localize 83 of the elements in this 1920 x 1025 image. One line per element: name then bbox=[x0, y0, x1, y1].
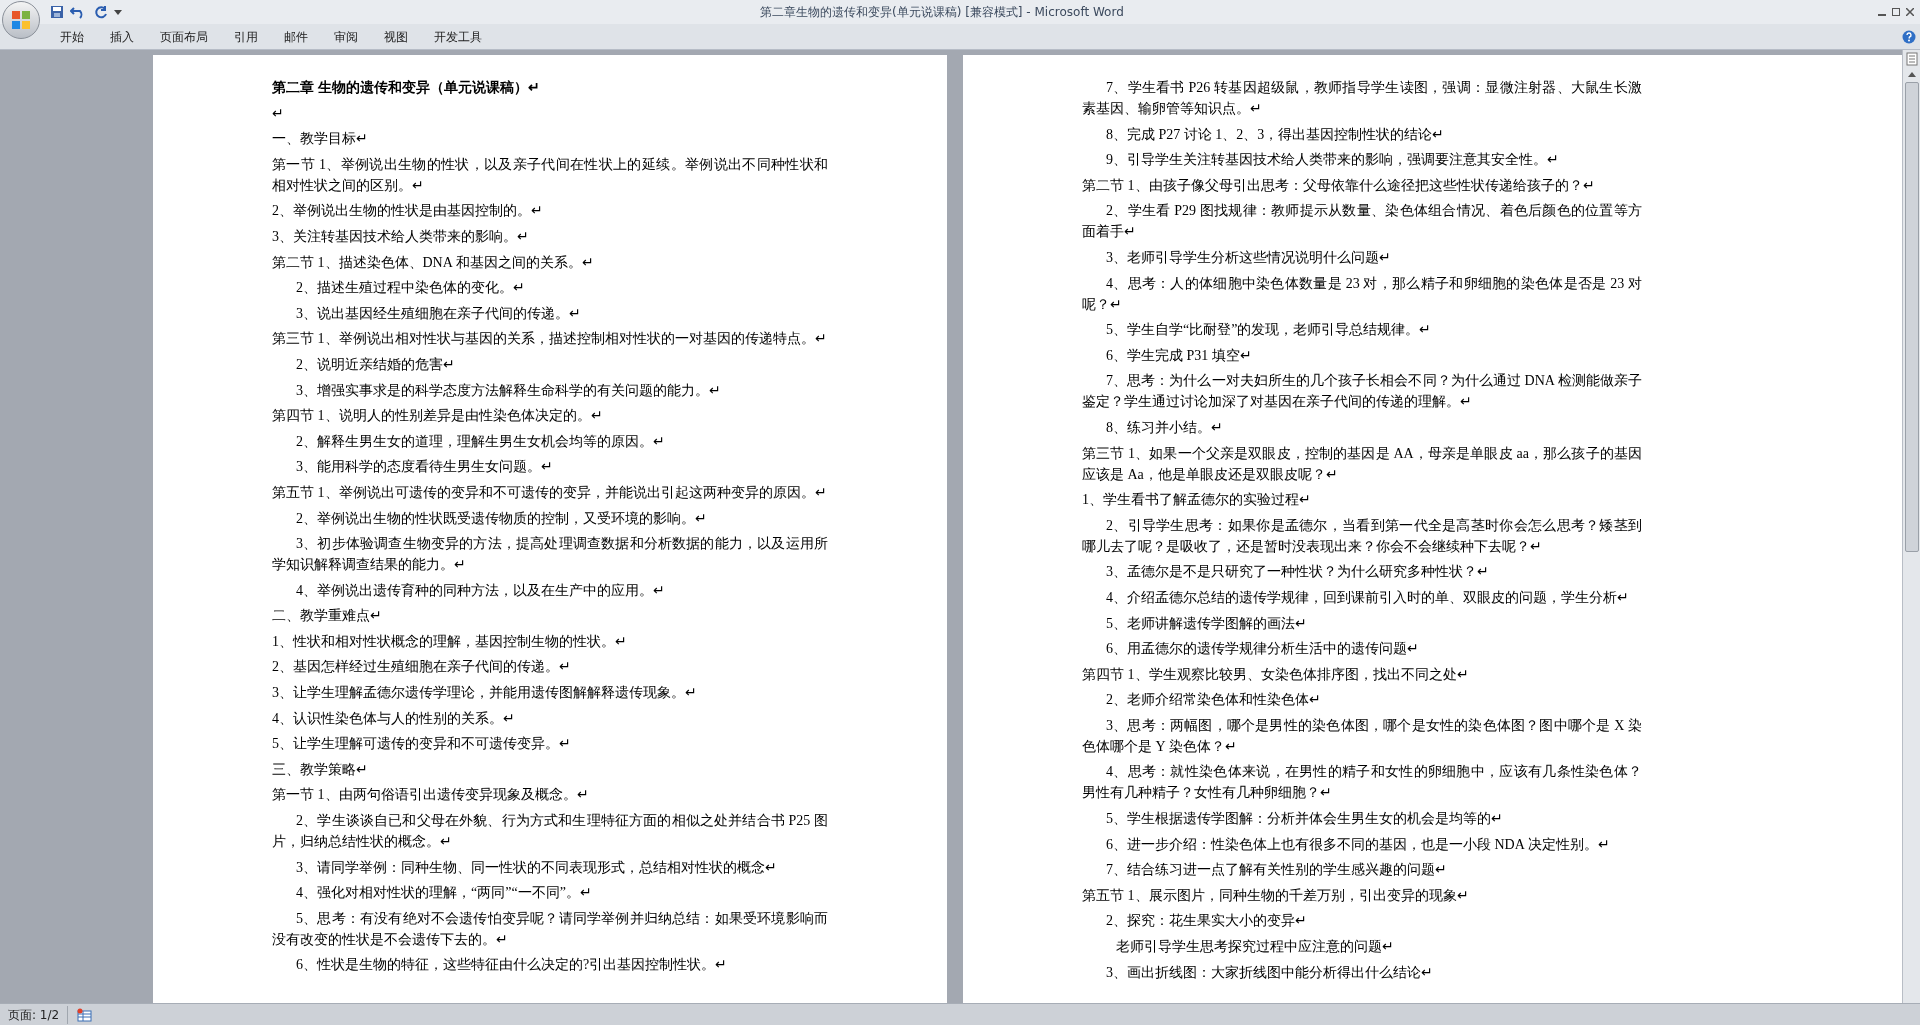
paragraph: 2、老师介绍常染色体和性染色体↵ bbox=[1105, 691, 1322, 710]
paragraph: 三、教学策略↵ bbox=[272, 760, 369, 779]
ribbon-tab[interactable]: 页面布局 bbox=[150, 25, 218, 48]
save-icon[interactable] bbox=[50, 5, 64, 19]
redo-icon[interactable] bbox=[94, 5, 108, 19]
scroll-up-icon[interactable] bbox=[1906, 70, 1917, 78]
paragraph: ↵ bbox=[272, 104, 285, 123]
paragraph: 4、认识性染色体与人的性别的关系。↵ bbox=[272, 709, 516, 728]
close-icon[interactable] bbox=[1906, 8, 1914, 16]
paragraph: 2、基因怎样经过生殖细胞在亲子代间的传递。↵ bbox=[272, 658, 572, 677]
paragraph: 第四节 1、学生观察比较男、女染色体排序图，找出不同之处↵ bbox=[1082, 665, 1470, 684]
office-logo-icon bbox=[11, 10, 31, 30]
paragraph: 第四节 1、说明人的性别差异是由性染色体决定的。↵ bbox=[272, 407, 604, 426]
vertical-scrollbar[interactable] bbox=[1902, 50, 1920, 1003]
paragraph: 8、完成 P27 讨论 1、2、3，得出基因控制性状的结论↵ bbox=[1105, 125, 1446, 144]
paragraph: 5、学生根据遗传学图解：分析并体会生男生女的机会是均等的↵ bbox=[1105, 810, 1504, 829]
paragraph: 6、性状是生物的特征，这些特征由什么决定的?引出基因控制性状。↵ bbox=[295, 956, 729, 975]
dropdown-icon[interactable] bbox=[114, 8, 122, 16]
window-title: 第二章生物的遗传和变异(单元说课稿) [兼容模式] - Microsoft Word bbox=[760, 4, 1124, 21]
ribbon-tab[interactable]: 引用 bbox=[224, 25, 268, 48]
paragraph: 第二节 1、由孩子像父母引出思考：父母依靠什么途径把这些性状传递给孩子的？↵ bbox=[1082, 176, 1596, 195]
ribbon-tab[interactable]: 审阅 bbox=[324, 25, 368, 48]
paragraph: 4、思考：人的体细胞中染色体数量是 23 对，那么精子和卵细胞的染色体是否是 23 对呢？↵ bbox=[1082, 274, 1642, 314]
paragraph: 1、学生看书了解孟德尔的实验过程↵ bbox=[1082, 491, 1312, 510]
office-button[interactable] bbox=[2, 1, 40, 39]
paragraph: 6、进一步介绍：性染色体上也有很多不同的基因，也是一小段 NDA 决定性别。↵ bbox=[1105, 835, 1611, 854]
paragraph: 2、学生谈谈自已和父母在外貌、行为方式和生理特征方面的相似之处并结合书 P25 图片，归纳总结性状的概念。↵ bbox=[272, 812, 828, 852]
paragraph: 3、思考：两幅图，哪个是男性的染色体图，哪个是女性的染色体图？图中哪个是 X 染色体哪个是 Y 染色体？↵ bbox=[1082, 716, 1642, 756]
paragraph: 6、用孟德尔的遗传学规律分析生活中的遗传问题↵ bbox=[1105, 640, 1420, 659]
paragraph: 第三节 1、举例说出相对性状与基因的关系，描述控制相对性状的一对基因的传递特点。↵ bbox=[272, 330, 828, 349]
paragraph: 9、引导学生关注转基因技术给人类带来的影响，强调要注意其安全性。↵ bbox=[1105, 151, 1560, 170]
paragraph: 2、描述生殖过程中染色体的变化。↵ bbox=[295, 279, 526, 298]
paragraph: 3、老师引导学生分析这些情况说明什么问题↵ bbox=[1105, 248, 1392, 267]
paragraph: 3、增强实事求是的科学态度方法解释生命科学的有关问题的能力。↵ bbox=[295, 381, 722, 400]
paragraph: 5、老师讲解遗传学图解的画法↵ bbox=[1105, 614, 1308, 633]
table-icon[interactable] bbox=[76, 1007, 93, 1022]
paragraph: 二、教学重难点↵ bbox=[272, 607, 383, 626]
paragraph: 3、请同学举例：同种生物、同一性状的不同表现形式，总结相对性状的概念↵ bbox=[295, 858, 778, 877]
paragraph: 2、引导学生思考：如果你是孟德尔，当看到第一代全是高茎时你会怎么思考？矮茎到哪儿去了呢？是吸收了，还是暂时没表现出来？你会不会继续种下去呢？↵ bbox=[1082, 516, 1642, 556]
paragraph: 第一节 1、由两句俗语引出遗传变异现象及概念。↵ bbox=[272, 786, 590, 805]
ribbon-tab[interactable]: 开发工具 bbox=[424, 25, 492, 48]
paragraph: 7、思考：为什么一对夫妇所生的几个孩子长相会不同？为什么通过 DNA 检测能做亲子鉴定？学生通过讨论加深了对基因在亲子代间的传递的理解。↵ bbox=[1082, 372, 1642, 412]
paragraph: 3、说出基因经生殖细胞在亲子代间的传递。↵ bbox=[295, 304, 582, 323]
page-count[interactable]: 页面: 1/2 bbox=[0, 1005, 69, 1024]
document-title: 第二章 生物的遗传和变异（单元说课稿）↵ bbox=[272, 79, 541, 97]
paragraph: 3、关注转基因技术给人类带来的影响。↵ bbox=[272, 227, 530, 246]
paragraph: 4、思考：就性染色体来说，在男性的精子和女性的卵细胞中，应该有几条性染色体？男性有几种精子？女性有几种卵细胞？↵ bbox=[1082, 763, 1642, 803]
paragraph: 老师引导学生思考探究过程中应注意的问题↵ bbox=[1115, 938, 1395, 957]
paragraph: 3、让学生理解孟德尔遗传学理论，并能用遗传图解解释遗传现象。↵ bbox=[272, 684, 698, 703]
paragraph: 7、学生看书 P26 转基因超级鼠，教师指导学生读图，强调：显微注射器、大鼠生长激素基因、输卵管等知识点。↵ bbox=[1082, 79, 1642, 118]
paragraph: 8、练习并小结。↵ bbox=[1105, 418, 1224, 437]
help-icon[interactable] bbox=[1902, 29, 1916, 44]
paragraph: 3、孟德尔是不是只研究了一种性状？为什么研究多种性状？↵ bbox=[1105, 563, 1490, 582]
paragraph: 5、学生自学“比耐登”的发现，老师引导总结规律。↵ bbox=[1105, 321, 1433, 340]
paragraph: 2、举例说出生物的性状既受遗传物质的控制，又受环境的影响。↵ bbox=[295, 509, 708, 528]
ribbon-tab[interactable]: 邮件 bbox=[274, 25, 318, 48]
ribbon-tab[interactable]: 开始 bbox=[50, 25, 94, 48]
paragraph: 第五节 1、举例说出可遗传的变异和不可遗传的变异，并能说出引起这两种变异的原因。↵ bbox=[272, 483, 828, 502]
paragraph: 4、强化对相对性状的理解，“两同”“一不同”。↵ bbox=[295, 884, 593, 903]
paragraph: 2、说明近亲结婚的危害↵ bbox=[295, 355, 456, 374]
paragraph: 2、解释生男生女的道理，理解生男生女机会均等的原因。↵ bbox=[295, 432, 666, 451]
scrollbar-thumb[interactable] bbox=[1904, 82, 1919, 552]
paragraph: 第五节 1、展示图片，同种生物的千差万别，引出变异的现象↵ bbox=[1082, 886, 1470, 905]
paragraph: 第三节 1、如果一个父亲是双眼皮，控制的基因是 AA，母亲是单眼皮 aa，那么孩子的基因应该是 Aa，他是单眼皮还是双眼皮呢？↵ bbox=[1082, 444, 1642, 484]
paragraph: 2、探究：花生果实大小的变异↵ bbox=[1105, 912, 1308, 931]
paragraph: 3、画出折线图：大家折线图中能分析得出什么结论↵ bbox=[1105, 963, 1434, 982]
ribbon-tab[interactable]: 插入 bbox=[100, 25, 144, 48]
paragraph: 2、举例说出生物的性状是由基因控制的。↵ bbox=[272, 202, 544, 221]
paragraph: 第二节 1、描述染色体、DNA 和基因之间的关系。↵ bbox=[272, 253, 595, 272]
paragraph: 6、学生完成 P31 填空↵ bbox=[1105, 346, 1253, 365]
paragraph: 5、思考：有没有绝对不会遗传怕变异呢？请同学举例并归纳总结：如果受环境影响而没有改变的性状是不会遗传下去的。↵ bbox=[272, 909, 828, 949]
paragraph: 一、教学目标↵ bbox=[272, 130, 369, 149]
paragraph: 1、性状和相对性状概念的理解，基因控制生物的性状。↵ bbox=[272, 632, 628, 651]
maximize-icon[interactable] bbox=[1892, 8, 1900, 16]
paragraph: 4、介绍孟德尔总结的遗传学规律，回到课前引入时的单、双眼皮的问题，学生分析↵ bbox=[1105, 588, 1630, 607]
ribbon-tab[interactable]: 视图 bbox=[374, 25, 418, 48]
paragraph: 7、结合练习进一点了解有关性别的学生感兴趣的问题↵ bbox=[1105, 861, 1448, 880]
paragraph: 5、让学生理解可遗传的变异和不可遗传变异。↵ bbox=[272, 735, 572, 754]
paragraph: 3、能用科学的态度看待生男生女问题。↵ bbox=[295, 458, 554, 477]
paragraph: 4、举例说出遗传育种的同种方法，以及在生产中的应用。↵ bbox=[295, 581, 666, 600]
paragraph: 第一节 1、举例说出生物的性状，以及亲子代间在性状上的延续。举例说出不同种性状和相对性状之间的区别。↵ bbox=[272, 155, 828, 195]
paragraph: 3、初步体验调查生物变异的方法，提高处理调查数据和分析数据的能力，以及运用所学知识解释调查结果的能力。↵ bbox=[272, 535, 828, 575]
paragraph: 2、学生看 P29 图找规律：教师提示从数量、染色体组合情况、着色后颜色的位置等方面着手↵ bbox=[1082, 202, 1642, 242]
